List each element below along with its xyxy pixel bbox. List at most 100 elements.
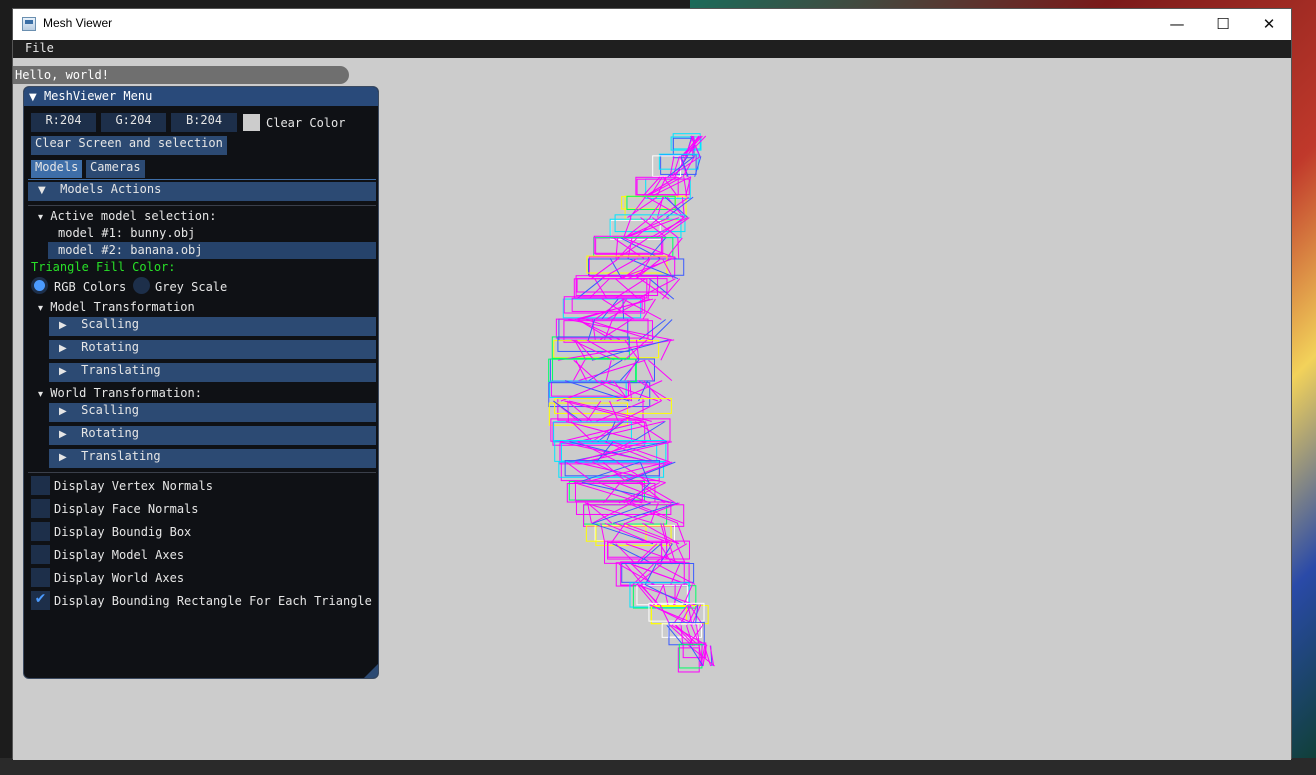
tree-open-icon: ▾ <box>38 212 44 223</box>
minimize-button[interactable]: — <box>1154 9 1200 40</box>
mesh-edge <box>624 339 648 361</box>
bounding-rect-checkbox[interactable]: ✔ <box>31 591 50 610</box>
mesh-edge <box>631 502 684 524</box>
app-window-icon <box>22 17 36 31</box>
mesh-edge <box>632 420 666 443</box>
world-scalling-label: Scalling <box>81 403 139 417</box>
model-transformation-node[interactable]: ▾ Model Transformation <box>38 300 195 314</box>
active-model-selection-node[interactable]: ▾ Active model selection: <box>38 209 216 223</box>
clear-color-r-field[interactable]: R:204 <box>31 113 96 132</box>
mesh-edge <box>615 237 619 259</box>
panel-title-bar[interactable]: ▼ MeshViewer Menu <box>24 87 378 106</box>
triangle-bounding-rect <box>593 235 662 254</box>
clear-color-b-field[interactable]: B:204 <box>171 113 237 132</box>
model-axes-label: Display Model Axes <box>54 548 185 562</box>
model-list-item-banana[interactable]: model #2: banana.obj <box>58 243 203 257</box>
clear-color-g-field[interactable]: G:204 <box>101 113 166 132</box>
model-list-item-bunny[interactable]: model #1: bunny.obj <box>58 226 195 240</box>
face-normals-label: Display Face Normals <box>54 502 199 516</box>
meshviewer-menu-panel: ▼ MeshViewer Menu R:204 G:204 B:204 Clea… <box>23 86 379 679</box>
mesh-edge <box>586 400 602 422</box>
rgb-colors-label: RGB Colors <box>54 280 127 294</box>
face-normals-checkbox[interactable] <box>31 499 50 518</box>
model-axes-checkbox[interactable] <box>31 545 50 564</box>
collapsed-triangle-icon: ▶ <box>59 366 67 377</box>
collapsed-triangle-icon: ▶ <box>59 406 67 417</box>
mesh-edge <box>623 237 677 259</box>
bounding-box-checkbox[interactable] <box>31 522 50 541</box>
model-translating-header[interactable]: ▶ Translating <box>49 363 376 382</box>
mesh-edge <box>653 584 665 606</box>
rgb-colors-radio[interactable] <box>31 277 48 294</box>
menu-file[interactable]: File <box>25 41 54 55</box>
panel-title: MeshViewer Menu <box>43 89 153 103</box>
window-title: Mesh Viewer <box>43 16 113 30</box>
render-viewport[interactable]: Hello, world! ▼ MeshViewer Menu R:204 G:… <box>13 58 1291 760</box>
grey-scale-label: Grey Scale <box>155 280 228 294</box>
triangle-fill-color-label: Triangle Fill Color: <box>31 260 176 274</box>
world-transformation-node[interactable]: ▾ World Transformation: <box>38 386 202 400</box>
clear-color-label: Clear Color <box>266 116 346 130</box>
world-translating-label: Translating <box>81 449 161 463</box>
model-scalling-label: Scalling <box>81 317 139 331</box>
models-actions-label: Models Actions <box>60 182 162 196</box>
vertex-normals-label: Display Vertex Normals <box>54 479 213 493</box>
world-rotating-header[interactable]: ▶ Rotating <box>49 426 376 445</box>
mesh-edge <box>644 584 687 606</box>
triangle-bounding-rect <box>574 481 643 502</box>
models-actions-header[interactable]: ▼ Models Actions <box>28 182 376 201</box>
hello-overlay: Hello, world! <box>13 66 349 84</box>
world-transformation-label: World Transformation: <box>50 386 202 400</box>
world-translating-header[interactable]: ▶ Translating <box>49 449 376 468</box>
taskbar-strip <box>0 758 1316 775</box>
mesh-edge <box>624 359 638 381</box>
mesh-edge <box>574 461 666 484</box>
tab-underline <box>28 179 376 180</box>
world-axes-checkbox[interactable] <box>31 568 50 587</box>
mesh-edge <box>591 339 669 361</box>
world-scalling-header[interactable]: ▶ Scalling <box>49 403 376 422</box>
triangle-bounding-rect <box>555 318 649 339</box>
clear-color-swatch[interactable] <box>243 114 260 131</box>
maximize-button[interactable]: ☐ <box>1200 9 1246 40</box>
mesh-edge <box>573 359 586 381</box>
world-rotating-label: Rotating <box>81 426 139 440</box>
close-button[interactable]: ✕ <box>1246 9 1292 40</box>
triangle-bounding-rect <box>554 398 672 414</box>
tree-open-icon: ▾ <box>38 389 44 400</box>
grey-scale-radio[interactable] <box>133 277 150 294</box>
mesh-edge <box>683 584 693 606</box>
tree-open-icon: ▾ <box>38 303 44 314</box>
bounding-box-label: Display Boundig Box <box>54 525 192 539</box>
mesh-edge <box>617 237 649 259</box>
mesh-edge <box>642 380 663 402</box>
mesh-edge <box>620 237 661 259</box>
model-transformation-label: Model Transformation <box>50 300 195 314</box>
model-scalling-header[interactable]: ▶ Scalling <box>49 317 376 336</box>
collapsed-triangle-icon: ▶ <box>59 320 67 331</box>
clear-screen-button[interactable]: Clear Screen and selection <box>31 136 227 155</box>
triangle-bounding-rect <box>549 380 627 398</box>
tab-models[interactable]: Models <box>31 160 83 178</box>
collapse-triangle-icon[interactable]: ▼ <box>29 92 37 103</box>
collapsed-triangle-icon: ▶ <box>59 429 67 440</box>
bounding-rect-label: Display Bounding Rectangle For Each Tria… <box>54 594 372 608</box>
collapsed-triangle-icon: ▶ <box>59 343 67 354</box>
tab-cameras[interactable]: Cameras <box>86 160 145 178</box>
resize-grip-icon[interactable] <box>364 664 378 678</box>
title-bar[interactable]: Mesh Viewer — ☐ ✕ <box>13 9 1291 40</box>
triangle-bounding-rect <box>583 504 685 527</box>
model-translating-label: Translating <box>81 363 161 377</box>
model-rotating-header[interactable]: ▶ Rotating <box>49 340 376 359</box>
mesh-viewer-window: Mesh Viewer — ☐ ✕ File Hello, world! ▼ M… <box>12 8 1292 760</box>
mesh-edge <box>591 502 633 524</box>
expanded-triangle-icon: ▼ <box>38 185 46 196</box>
separator <box>28 472 376 473</box>
mesh-edge <box>660 339 672 361</box>
model-rotating-label: Rotating <box>81 340 139 354</box>
separator <box>28 205 376 206</box>
mesh-edge <box>677 237 680 259</box>
checkmark-icon: ✔ <box>34 591 47 607</box>
mesh-edge <box>622 299 625 320</box>
vertex-normals-checkbox[interactable] <box>31 476 50 495</box>
